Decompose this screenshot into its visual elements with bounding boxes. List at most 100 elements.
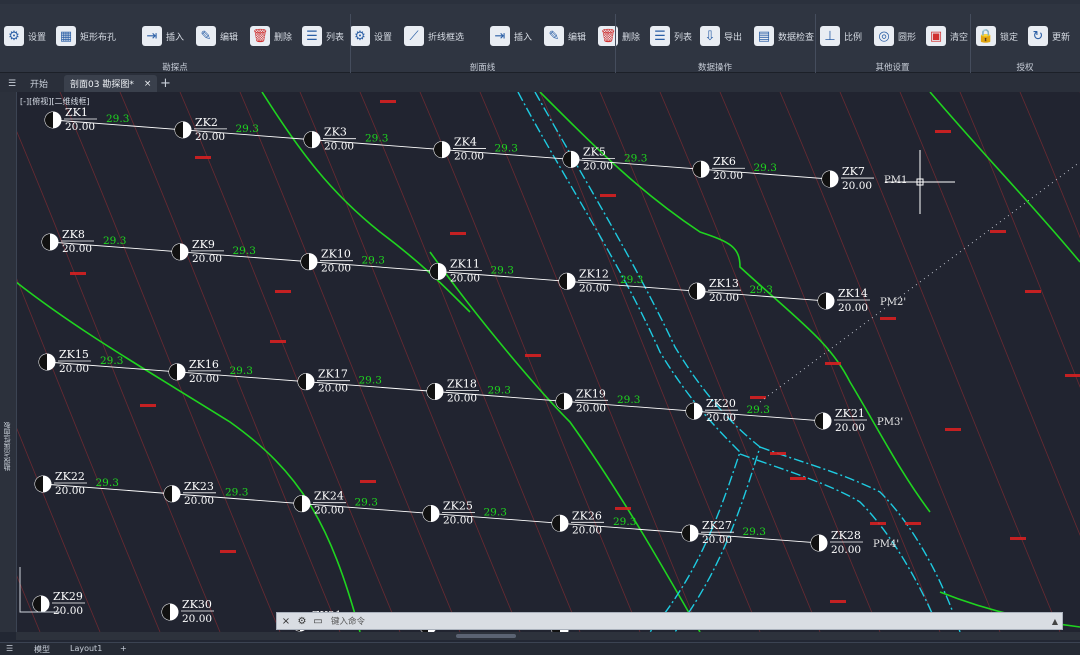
tool-button-5[interactable]: ☰ 列表 [302,18,344,54]
tool-button-14[interactable]: ⊥ 比例 [820,18,862,54]
spacing-label: 29.3 [106,113,129,125]
elevation-marker [450,232,466,235]
ribbon-group-label: 授权 [1016,63,1034,73]
ribbon-separator [615,14,616,74]
elevation-marker [750,396,766,399]
borehole-zk30: ZK30 20.00 [161,598,214,625]
borehole-zk19: ZK19 20.00 [555,387,608,414]
borehole-zk4: ZK4 20.00 [433,136,486,163]
tool-label: 锁定 [1000,32,1019,43]
tool-button-0[interactable]: ⚙ 设置 [4,18,46,54]
borehole-id: ZK9 [192,238,215,251]
tool-button-13[interactable]: ▤ 数据检查 [754,18,814,54]
tab-drawing[interactable]: 剖面03 勘探图* × [64,75,158,92]
tool-button-9[interactable]: ✎ 编辑 [544,18,586,54]
tool-button-12[interactable]: ⇩ 导出 [700,18,742,54]
tool-button-15[interactable]: ◎ 圆形 [874,18,916,54]
tool-button-16[interactable]: ▣ 清空 [926,18,968,54]
insert-icon: ⇥ [490,26,510,46]
borehole-depth: 20.00 [65,121,95,133]
tool-button-8[interactable]: ⇥ 插入 [490,18,532,54]
tab-layout1[interactable]: Layout1 [70,644,102,653]
terrain-line [929,92,1080,263]
tool-button-18[interactable]: ↻ 更新 [1028,18,1070,54]
close-icon[interactable]: × [144,79,152,89]
elevation-marker [275,290,291,293]
borehole-id: ZK15 [59,348,89,361]
elevation-marker [360,480,376,483]
menu-icon[interactable]: ☰ [2,75,22,92]
add-layout-button[interactable]: + [120,644,127,653]
spacing-label: 29.3 [100,355,123,367]
borehole-id: ZK11 [450,257,480,270]
borehole-zk18: ZK18 20.00 [426,377,479,404]
borehole-depth: 20.00 [835,422,865,434]
elevation-marker [870,522,886,525]
borehole-id: ZK23 [184,480,214,493]
contour-line [419,92,641,632]
contour-line [0,236,161,632]
borehole-depth: 20.00 [443,514,473,526]
elevation-marker [140,404,156,407]
elevation-marker [70,272,86,275]
spacing-label: 29.3 [624,152,647,164]
spacing-label: 29.3 [743,526,766,538]
borehole-half [556,393,564,410]
spacing-label: 29.3 [620,274,643,286]
tool-button-2[interactable]: ⇥ 插入 [142,18,184,54]
borehole-half [563,151,571,168]
tool-button-17[interactable]: 🔒 锁定 [976,18,1018,54]
tool-button-1[interactable]: ▦ 矩形布孔 [56,18,116,54]
tab-start[interactable]: 开始 [24,75,54,92]
command-line[interactable]: × ⚙ ▭ 键入命令 ▲ [276,612,1063,630]
tool-label: 插入 [166,32,185,43]
borehole-depth: 20.00 [324,141,354,153]
elevation-marker [825,362,841,365]
tool-button-10[interactable]: 🗑 删除 [598,18,640,54]
borehole-id: ZK4 [454,136,477,149]
scroll-thumb[interactable] [456,634,516,638]
add-tab-button[interactable]: + [154,75,177,92]
horizontal-scrollbar[interactable] [16,632,1080,640]
borehole-id: ZK19 [576,387,606,400]
tool-button-7[interactable]: ⟋ 折线框选 [404,18,464,54]
tool-button-6[interactable]: ⚙ 设置 [350,18,392,54]
close-icon[interactable]: × [279,614,293,628]
tool-label: 列表 [674,32,693,43]
command-icon[interactable]: ▭ [311,614,325,628]
edit-icon: ✎ [544,26,564,46]
borehole-half [35,476,43,492]
settings-icon[interactable]: ⚙ [295,614,309,628]
spacing-label: 29.3 [754,162,777,174]
borehole-half [42,234,50,250]
borehole-zk25: ZK25 20.00 [422,499,475,526]
borehole-depth: 20.00 [706,412,736,424]
spacing-label: 29.3 [750,284,773,296]
borehole-zk5: ZK5 20.00 [562,145,615,172]
drawing-canvas[interactable]: 29.3 29.3 29.3 29.3 29.3 29.3 PM1 29.3 29.3 29.3 2… [0,92,1080,632]
viewport-label[interactable]: [-][俯视][二维线框] [20,96,90,107]
borehole-zk9: ZK9 20.00 [171,238,224,265]
elevation-marker [990,230,1006,233]
borehole-half [552,515,560,532]
borehole-zk15: ZK15 20.00 [38,348,91,375]
chevron-up-icon[interactable]: ▲ [1052,617,1058,626]
ribbon-separator [815,14,816,74]
command-input[interactable]: 键入命令 [331,615,365,627]
tool-button-4[interactable]: 🗑 删除 [250,18,292,54]
tool-button-3[interactable]: ✎ 编辑 [196,18,238,54]
elevation-marker [1010,537,1026,540]
tab-model[interactable]: 模型 [34,644,50,655]
tool-button-11[interactable]: ☰ 列表 [650,18,692,54]
left-side-panel[interactable]: 勘探点属性面板 [0,92,17,632]
spacing-label: 29.3 [495,142,518,154]
profile-label: PM3' [877,417,903,428]
ribbon-separator [350,14,351,74]
cad-drawing[interactable]: 29.3 29.3 29.3 29.3 29.3 29.3 PM1 29.3 29.3 29.3 2… [0,92,1080,632]
menu-icon[interactable]: ☰ [6,644,13,653]
spacing-label: 29.3 [355,497,378,509]
borehole-half [815,412,823,429]
borehole-depth: 20.00 [838,302,868,314]
borehole-depth: 20.00 [702,534,732,546]
refresh-icon: ↻ [1028,26,1048,46]
